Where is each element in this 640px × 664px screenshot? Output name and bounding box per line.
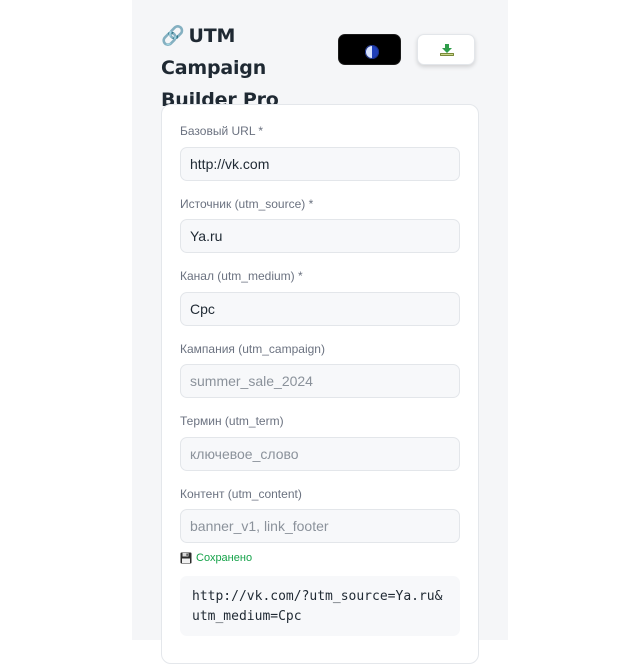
- utm-source-input[interactable]: [180, 219, 460, 253]
- half-moon-icon: [365, 45, 379, 59]
- download-icon: [440, 44, 454, 56]
- saved-status-text: Сохранено: [196, 552, 253, 564]
- utm-content-label: Контент (utm_content): [180, 487, 302, 501]
- saved-status: Сохранено: [180, 552, 252, 564]
- utm-campaign-input[interactable]: [180, 364, 460, 398]
- utm-campaign-label: Кампания (utm_campaign): [180, 342, 325, 356]
- app-title: 🔗 UTM Campaign Builder Pro: [161, 20, 331, 116]
- utm-content-input[interactable]: [180, 509, 460, 543]
- utm-medium-input[interactable]: [180, 292, 460, 326]
- export-button[interactable]: [417, 34, 475, 65]
- base-url-input[interactable]: [180, 147, 460, 181]
- generated-url-text[interactable]: http://vk.com/?utm_source=Ya.ru&utm_medi…: [192, 589, 442, 624]
- base-url-label: Базовый URL *: [180, 124, 264, 138]
- utm-medium-label: Канал (utm_medium) *: [180, 269, 303, 283]
- utm-term-label: Термин (utm_term): [180, 414, 284, 428]
- utm-term-input[interactable]: [180, 437, 460, 471]
- utm-source-label: Источник (utm_source) *: [180, 197, 314, 211]
- link-icon: 🔗: [161, 25, 185, 47]
- generated-url-box[interactable]: http://vk.com/?utm_source=Ya.ru&utm_medi…: [180, 576, 460, 636]
- floppy-disk-icon: [180, 552, 192, 564]
- theme-toggle-button[interactable]: [338, 34, 401, 65]
